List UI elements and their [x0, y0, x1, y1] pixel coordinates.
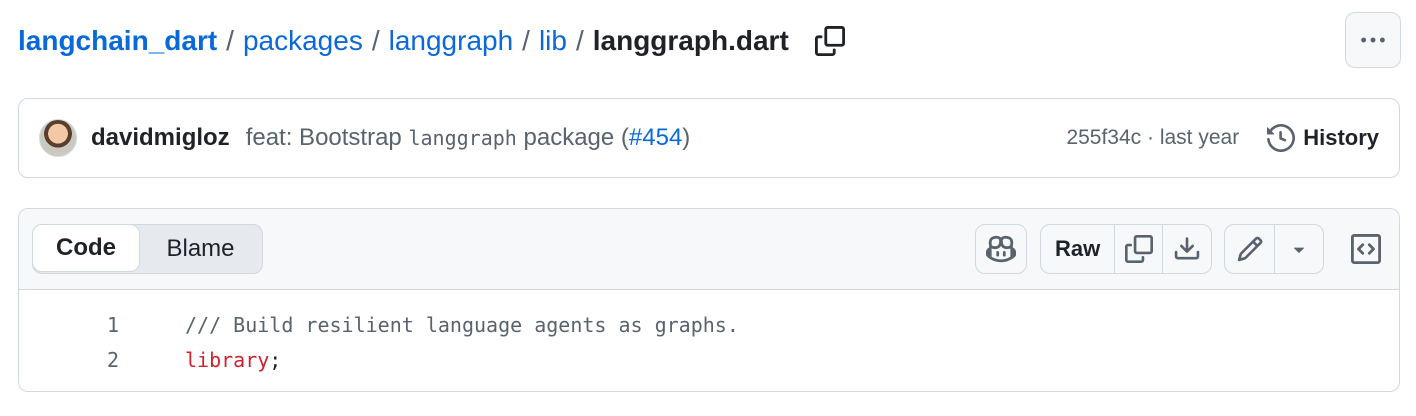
triangle-down-icon	[1293, 247, 1305, 253]
breadcrumb-repo-link[interactable]: langchain_dart	[18, 25, 217, 57]
symbols-panel-cell	[1342, 224, 1390, 274]
view-mode-toggle: Code Blame	[32, 224, 263, 274]
copilot-icon	[986, 235, 1016, 263]
breadcrumb-separator: /	[226, 25, 234, 56]
code-line: /// Build resilient language agents as g…	[185, 313, 739, 337]
symbols-panel-button[interactable]	[1342, 224, 1390, 274]
code-view: 1 /// Build resilient language agents as…	[19, 290, 1399, 391]
copilot-cell	[976, 225, 1026, 273]
history-button[interactable]: History	[1267, 124, 1379, 152]
tab-blame[interactable]: Blame	[139, 225, 262, 273]
copy-path-button[interactable]	[814, 26, 845, 56]
line-number[interactable]: 1	[19, 313, 119, 337]
breadcrumb-langgraph-link[interactable]: langgraph	[389, 25, 514, 57]
edit-options-dropdown[interactable]	[1274, 225, 1323, 273]
code-keyword: library	[185, 348, 270, 372]
code-punctuation: ;	[269, 348, 282, 372]
raw-button[interactable]: Raw	[1041, 225, 1114, 273]
edit-file-button[interactable]	[1225, 225, 1274, 273]
pull-request-link[interactable]: #454	[629, 124, 682, 151]
history-icon	[1267, 124, 1296, 152]
commit-message-code: langgraph	[408, 126, 517, 150]
edit-button-group	[1224, 224, 1324, 274]
copy-icon	[1124, 235, 1153, 263]
kebab-icon	[1361, 37, 1385, 43]
breadcrumb-separator: /	[522, 25, 530, 56]
commit-message-prefix: feat: Bootstrap	[245, 124, 409, 151]
breadcrumb-separator: /	[371, 25, 380, 56]
commit-message-end: )	[682, 124, 691, 151]
more-options-button[interactable]	[1345, 12, 1401, 68]
breadcrumb-separator: /	[575, 25, 584, 56]
copilot-button[interactable]	[975, 224, 1027, 274]
copy-raw-button[interactable]	[1114, 225, 1162, 273]
line-number[interactable]: 2	[19, 348, 119, 372]
pencil-icon	[1237, 236, 1262, 262]
latest-commit-bar: davidmigloz feat: Bootstrap langgraph pa…	[18, 98, 1400, 178]
download-raw-button[interactable]	[1162, 225, 1210, 273]
breadcrumb: langchain_dart / packages / langgraph / …	[18, 22, 845, 60]
tab-code[interactable]: Code	[32, 224, 140, 272]
breadcrumb-packages-link[interactable]: packages	[243, 25, 363, 57]
commit-sha-and-date[interactable]: 255f34c · last year	[1066, 126, 1239, 150]
code-line: library;	[185, 348, 281, 372]
raw-copy-download-group: Raw	[1040, 224, 1212, 274]
avatar[interactable]	[39, 119, 77, 157]
breadcrumb-lib-link[interactable]: lib	[539, 25, 567, 57]
breadcrumb-current-file: langgraph.dart	[592, 25, 789, 56]
commit-message-suffix: package (	[516, 124, 629, 151]
file-viewer: Code Blame Raw 1 /// Build resilient lan…	[18, 208, 1400, 392]
history-label: History	[1303, 125, 1379, 150]
commit-author[interactable]: davidmigloz	[91, 124, 230, 152]
file-toolbar: Code Blame Raw	[19, 209, 1399, 290]
copy-icon	[814, 26, 845, 56]
download-icon	[1174, 237, 1199, 260]
code-square-icon	[1351, 234, 1381, 264]
commit-message[interactable]: feat: Bootstrap langgraph package (#454)	[246, 124, 691, 152]
